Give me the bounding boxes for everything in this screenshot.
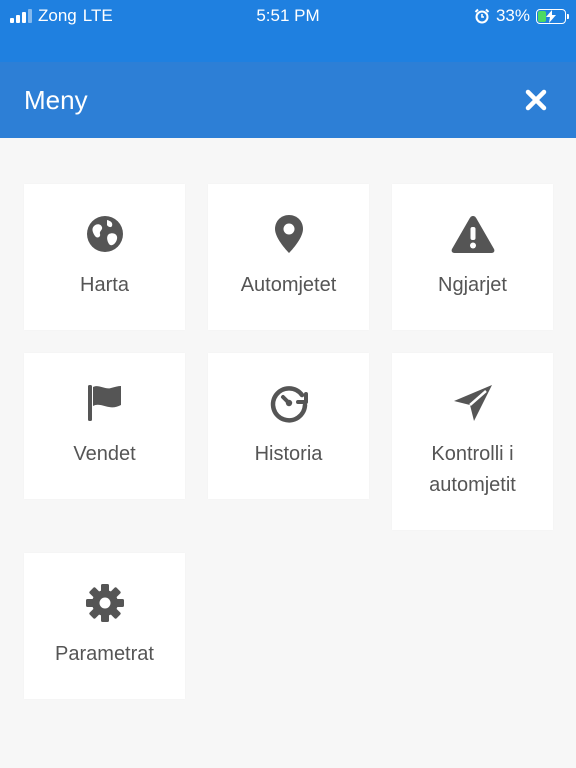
- alarm-icon: [474, 8, 490, 24]
- menu-item-label: Historia: [254, 443, 323, 465]
- menu-item-label: Vendet: [73, 443, 136, 465]
- menu-item-automjetet[interactable]: Automjetet: [208, 184, 369, 330]
- close-button[interactable]: [524, 88, 548, 112]
- menu-item-historia[interactable]: Historia: [208, 353, 369, 499]
- menu-item-label: Harta: [80, 274, 129, 296]
- close-icon: [525, 89, 547, 111]
- map-pin-icon: [274, 215, 303, 253]
- menu-item-ngjarjet[interactable]: Ngjarjet: [392, 184, 553, 330]
- charging-bolt-icon: [546, 9, 556, 23]
- menu-item-parametrat[interactable]: Parametrat: [24, 553, 185, 699]
- status-right: 33%: [474, 5, 569, 27]
- menu-item-label: Kontrolli i automjetit: [429, 443, 516, 496]
- battery-icon: [536, 8, 569, 24]
- gear-icon: [85, 584, 124, 622]
- menu-item-harta[interactable]: Harta: [24, 184, 185, 330]
- battery-percent: 33%: [495, 6, 530, 25]
- menu-item-label: Parametrat: [55, 643, 154, 665]
- status-bar: Zong LTE 5:51 PM 33%: [0, 0, 576, 62]
- page-title: Meny: [24, 85, 88, 115]
- app-header: Meny: [0, 62, 576, 138]
- menu-item-kontrolli[interactable]: Kontrolli i automjetit: [392, 353, 553, 530]
- menu-item-label: Automjetet: [240, 274, 337, 296]
- globe-icon: [86, 216, 123, 252]
- flag-icon: [87, 385, 121, 421]
- menu-item-vendet[interactable]: Vendet: [24, 353, 185, 499]
- warning-icon: [451, 216, 494, 253]
- menu-item-label: Ngjarjet: [438, 274, 507, 296]
- paper-plane-icon: [453, 385, 492, 421]
- history-clock-icon: [270, 386, 308, 423]
